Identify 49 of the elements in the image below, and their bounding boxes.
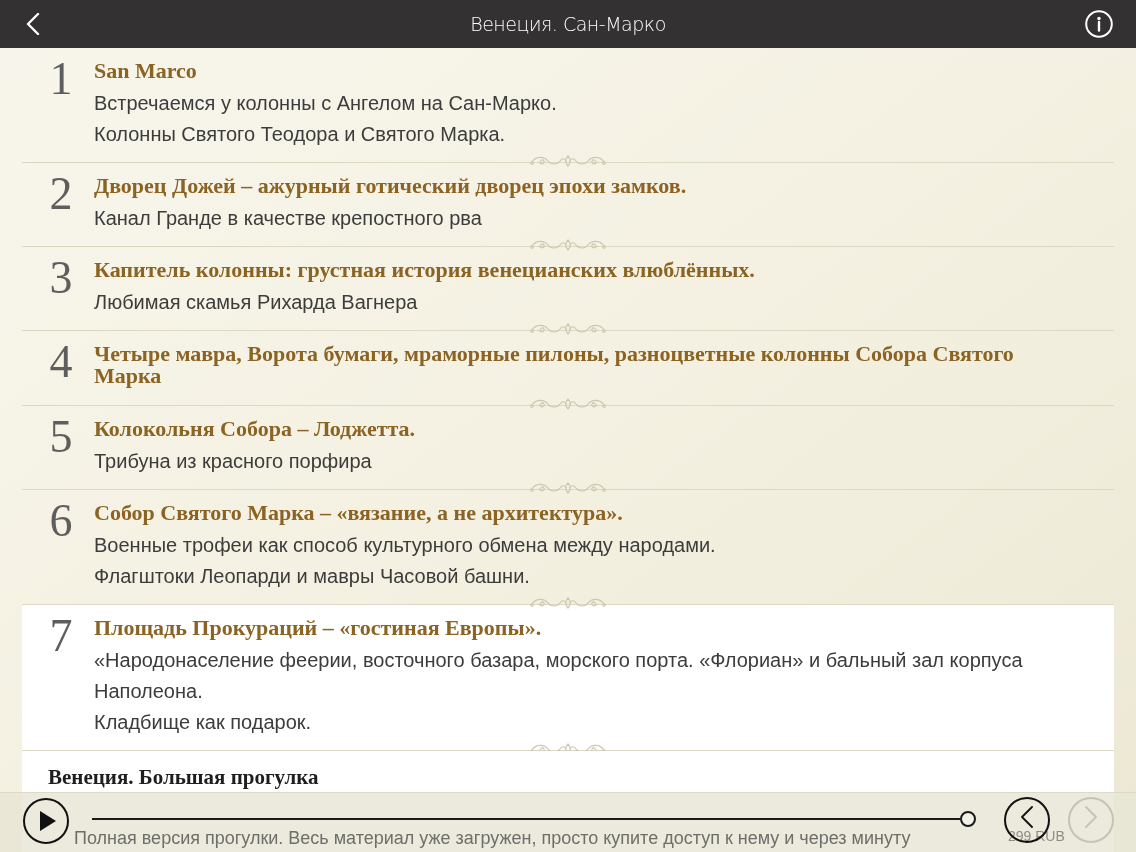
- stop-row[interactable]: 1 San Marco Встречаемся у колонны с Ангелом на Сан-Марко. Колонны Святого Теодора и Святого Марка.: [22, 48, 1114, 162]
- stop-row[interactable]: 6 Собор Святого Марка – «вязание, а не архитектура». Военные трофеи как способ культурного обмена между народами. Флагштоки Леопарди и мавры Часовой башни.: [22, 490, 1114, 604]
- product-title: Венеция. Большая прогулка: [48, 766, 320, 788]
- stop-row[interactable]: 2 Дворец Дожей – ажурный готический дворец эпохи замков. Канал Гранде в качестве крепостного рва: [22, 163, 1114, 246]
- back-chevron-icon: [26, 13, 40, 35]
- stop-description: «Народонаселение феерии, восточного базара, морского порта. «Флориан» и бальный зал корпуса Наполеона.: [94, 648, 1024, 704]
- stop-number: 1: [48, 56, 74, 102]
- stop-number: 6: [48, 498, 74, 544]
- stop-number: 2: [48, 171, 74, 217]
- progress-track[interactable]: [92, 811, 976, 827]
- back-button[interactable]: [24, 12, 42, 36]
- stop-description: Любимая скамья Рихарда Вагнера: [94, 290, 419, 315]
- flourish-icon: [530, 480, 606, 496]
- stop-number: 5: [48, 414, 74, 460]
- stop-title: Капитель колонны: грустная история венецианских влюблённых.: [94, 259, 756, 281]
- stop-description: Военные трофеи как способ культурного обмена между народами.: [94, 533, 717, 558]
- stop-title: Собор Святого Марка – «вязание, а не архитектура».: [94, 502, 624, 524]
- progress-thumb[interactable]: [960, 811, 976, 827]
- stop-number: 3: [48, 255, 74, 301]
- stop-row[interactable]: 4 Четыре мавра, Ворота бумаги, мраморные пилоны, разноцветные колонны Собора Святого Марка: [22, 331, 1114, 405]
- play-icon: [39, 811, 56, 831]
- stop-description: Флагштоки Леопарди и мавры Часовой башни.: [94, 564, 531, 589]
- stop-description: Кладбище как подарок.: [94, 710, 313, 735]
- stop-title: Площадь Прокураций – «гостиная Европы».: [94, 617, 543, 639]
- stop-number: 7: [48, 613, 74, 659]
- stop-description: Канал Гранде в качестве крепостного рва: [94, 206, 483, 231]
- screen-title: Венеция. Сан-Марко: [470, 11, 666, 37]
- info-icon: [1085, 10, 1113, 38]
- stop-description: Трибуна из красного порфира: [94, 449, 373, 474]
- flourish-icon: [530, 321, 606, 337]
- flourish-icon: [530, 153, 606, 169]
- stop-description: Колонны Святого Теодора и Святого Марка.: [94, 122, 507, 147]
- stop-title: Колокольня Собора – Лоджетта.: [94, 418, 417, 440]
- stop-title: Дворец Дожей – ажурный готический дворец эпохи замков.: [94, 175, 688, 197]
- stop-row[interactable]: 3 Капитель колонны: грустная история венецианских влюблённых. Любимая скамья Рихарда Вагнера: [22, 247, 1114, 330]
- stop-description: Встречаемся у колонны с Ангелом на Сан-Марко.: [94, 91, 558, 116]
- chevron-right-icon: [1085, 806, 1097, 828]
- stop-number: 4: [48, 339, 74, 385]
- chevron-left-icon: [1021, 806, 1033, 828]
- product-description: Полная версия прогулки. Весь материал уже загружен, просто купите доступ к нему и через минуту: [74, 829, 911, 847]
- flourish-icon: [530, 396, 606, 412]
- play-button[interactable]: [23, 798, 69, 844]
- stop-row[interactable]: 7 Площадь Прокураций – «гостиная Европы». «Народонаселение феерии, восточного базара, морского порта. «Флориан» и бальный зал корпуса Наполеона. Кладбище как подарок.: [22, 605, 1114, 750]
- flourish-icon: [530, 237, 606, 253]
- stop-row[interactable]: 5 Колокольня Собора – Лоджетта. Трибуна из красного порфира: [22, 406, 1114, 489]
- stop-title: Четыре мавра, Ворота бумаги, мраморные пилоны, разноцветные колонны Собора Святого Марка: [94, 343, 1015, 387]
- info-button[interactable]: [1085, 10, 1113, 38]
- flourish-icon: [530, 595, 606, 611]
- stop-title: San Marco: [94, 60, 198, 82]
